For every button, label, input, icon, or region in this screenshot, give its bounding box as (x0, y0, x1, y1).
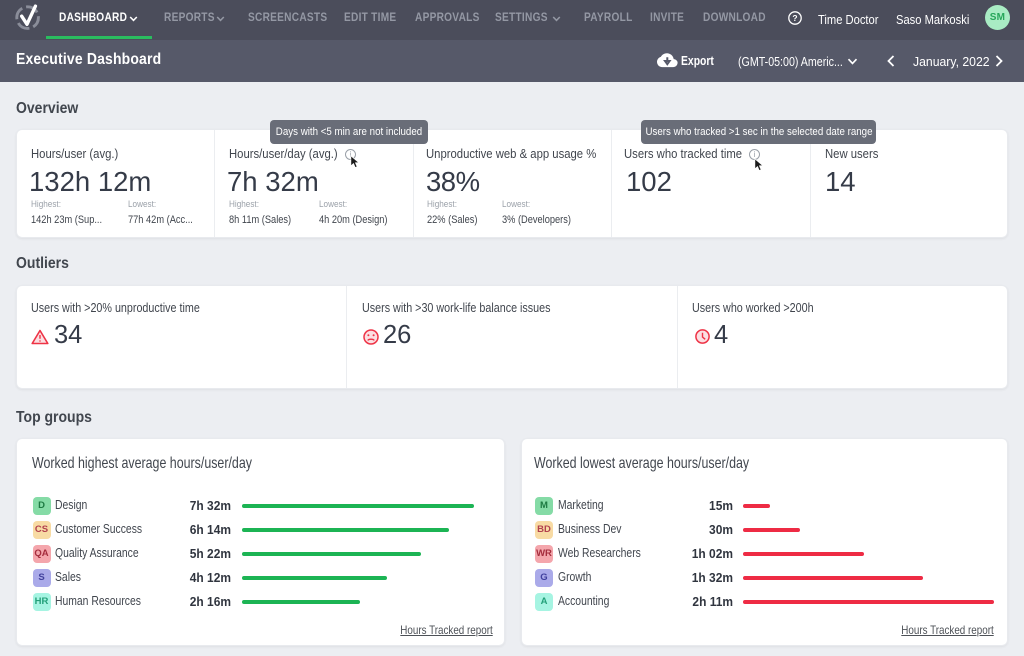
svg-text:?: ? (792, 13, 797, 23)
